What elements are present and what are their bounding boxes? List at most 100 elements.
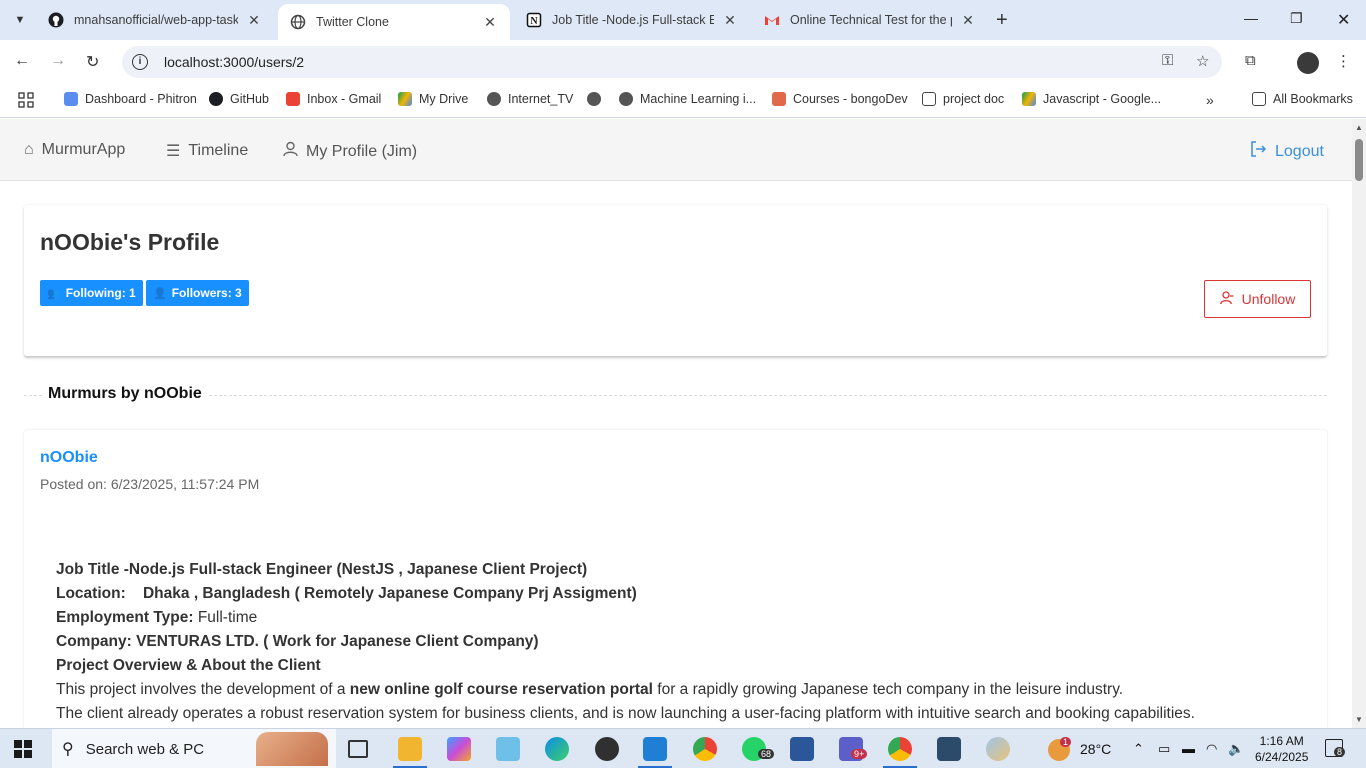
file-explorer-icon[interactable]: [398, 737, 422, 761]
nav-timeline-label: Timeline: [188, 142, 249, 159]
globe-icon: [619, 92, 633, 106]
browser-menu-icon[interactable]: ⋮: [1336, 52, 1351, 70]
vscode-icon[interactable]: [643, 737, 667, 761]
following-badge[interactable]: 👥 Following: 1: [40, 280, 143, 306]
windows-taskbar: ⚲ Search web & PC 68 9+ 1 28°C ⌃ ▭ ▬ ◠ 🔈…: [0, 728, 1366, 768]
section-title: Murmurs by nOObie: [42, 385, 208, 403]
taskbar-clock[interactable]: 1:16 AM 6/24/2025: [1255, 733, 1308, 765]
scroll-down-icon[interactable]: ▼: [1355, 715, 1363, 724]
bookmarks-bar: Dashboard - Phitron GitHub Inbox - Gmail…: [0, 84, 1366, 118]
bookmark-machine-learning[interactable]: Machine Learning i...: [619, 92, 756, 106]
all-bookmarks[interactable]: All Bookmarks: [1252, 92, 1353, 106]
profile-title: nOObie's Profile: [40, 229, 220, 255]
whatsapp-badge: 68: [758, 749, 775, 759]
more-bookmarks-chevron-icon[interactable]: »: [1206, 92, 1214, 108]
close-icon[interactable]: ✕: [960, 12, 976, 29]
ssms-icon[interactable]: [937, 737, 961, 761]
unfollow-label: Unfollow: [1241, 291, 1296, 307]
clock-date: 6/24/2025: [1255, 750, 1309, 764]
chrome-icon[interactable]: [693, 737, 717, 761]
close-icon[interactable]: ✕: [722, 12, 738, 29]
copilot-icon[interactable]: [447, 737, 471, 761]
paint-icon[interactable]: [986, 737, 1010, 761]
battery-icon[interactable]: ▬: [1182, 741, 1195, 756]
nav-logout[interactable]: Logout: [1250, 141, 1324, 162]
nav-brand[interactable]: ⌂ MurmurApp: [24, 141, 125, 159]
reload-icon[interactable]: ↻: [86, 52, 99, 72]
bookmark-github[interactable]: GitHub: [209, 92, 269, 106]
close-icon[interactable]: ✕: [246, 12, 262, 29]
notes-app-icon[interactable]: [496, 737, 520, 761]
phitron-icon: [64, 92, 78, 106]
address-bar[interactable]: i localhost:3000/users/2: [122, 46, 1222, 78]
task-view-icon[interactable]: [348, 740, 368, 758]
bookmark-globe[interactable]: [587, 92, 608, 106]
bookmark-project-doc[interactable]: project doc: [922, 92, 1004, 106]
bookmark-star-icon[interactable]: ☆: [1196, 52, 1209, 70]
edge-icon[interactable]: [545, 737, 569, 761]
new-tab-plus-icon[interactable]: +: [996, 10, 1008, 30]
post-text: This project involves the development of…: [56, 681, 350, 698]
post-line: Project Overview & About the Client: [56, 657, 321, 674]
nav-timeline[interactable]: ☰ Timeline: [166, 141, 248, 161]
nav-my-profile[interactable]: My Profile (Jim): [283, 141, 417, 162]
windows-start-icon[interactable]: [14, 740, 32, 758]
tab-job-title[interactable]: N Job Title -Node.js Full-stack Eng ✕: [514, 0, 750, 40]
tab-search-chevron-icon[interactable]: ▼: [8, 8, 32, 32]
restore-icon[interactable]: ❐: [1290, 10, 1303, 27]
chevron-up-icon[interactable]: ⌃: [1133, 741, 1144, 757]
apps-grid-icon[interactable]: [18, 92, 34, 108]
search-highlight-image: [256, 732, 328, 766]
user-add-icon: 👤: [153, 287, 167, 300]
bookmark-javascript-google[interactable]: Javascript - Google...: [1022, 92, 1161, 106]
wifi-icon[interactable]: ◠: [1206, 741, 1217, 757]
user-delete-icon: [1219, 290, 1234, 308]
globe-icon: [587, 92, 601, 106]
bookmark-inbox-gmail[interactable]: Inbox - Gmail: [286, 92, 381, 106]
extensions-puzzle-icon[interactable]: ⧉: [1245, 52, 1256, 69]
forward-arrow-icon[interactable]: →: [50, 52, 66, 70]
url-text[interactable]: localhost:3000/users/2: [164, 54, 304, 70]
volume-icon[interactable]: 🔈: [1228, 741, 1244, 757]
bookmark-label: Courses - bongoDev: [793, 92, 908, 106]
bookmark-my-drive[interactable]: My Drive: [398, 92, 468, 106]
browser-tabstrip: ▼ mnahsanofficial/web-app-task ✕ Twitter…: [0, 0, 1366, 40]
weather-temp[interactable]: 28°C: [1080, 741, 1111, 757]
tab-twitter-clone[interactable]: Twitter Clone ✕: [278, 4, 510, 40]
gmail-icon: [764, 12, 780, 28]
scrollbar-thumb[interactable]: [1355, 139, 1363, 181]
tab-technical-test[interactable]: Online Technical Test for the po ✕: [752, 0, 988, 40]
bookmark-label: Internet_TV: [508, 92, 574, 106]
site-info-icon[interactable]: i: [132, 54, 148, 70]
tab-title: Twitter Clone: [316, 15, 389, 29]
bookmark-courses-bongodev[interactable]: Courses - bongoDev: [772, 92, 908, 106]
chrome-profile-icon[interactable]: [888, 737, 912, 761]
back-arrow-icon[interactable]: ←: [14, 52, 30, 70]
post-text-bold: new online golf course reservation porta…: [349, 681, 653, 698]
post-text: for a rapidly growing Japanese tech comp…: [652, 681, 1124, 698]
nav-profile-label: My Profile (Jim): [306, 142, 418, 160]
gmail-icon: [286, 92, 300, 106]
bookmark-internet-tv[interactable]: Internet_TV: [487, 92, 573, 106]
unfollow-button[interactable]: Unfollow: [1204, 280, 1311, 318]
folder-icon: [922, 92, 936, 106]
bookmark-label: GitHub: [230, 92, 269, 106]
password-key-icon[interactable]: ⚿: [1162, 52, 1173, 69]
tab-github[interactable]: mnahsanofficial/web-app-task ✕: [36, 0, 274, 40]
tab-title: mnahsanofficial/web-app-task: [74, 13, 238, 27]
followers-badge[interactable]: 👤 Followers: 3: [146, 280, 249, 306]
scroll-up-icon[interactable]: ▲: [1355, 123, 1363, 132]
page-scrollbar[interactable]: ▲ ▼: [1352, 119, 1366, 728]
post-author[interactable]: nOObie: [40, 449, 98, 467]
close-icon[interactable]: ✕: [482, 14, 498, 31]
close-window-icon[interactable]: ✕: [1337, 10, 1350, 30]
taskbar-search[interactable]: ⚲ Search web & PC: [52, 729, 336, 768]
profile-avatar[interactable]: [1297, 52, 1319, 74]
bookmark-dashboard-phitron[interactable]: Dashboard - Phitron: [64, 92, 197, 106]
minimize-icon[interactable]: —: [1244, 10, 1258, 26]
meet-icon[interactable]: ▭: [1158, 741, 1170, 757]
word-icon[interactable]: [790, 737, 814, 761]
obs-icon[interactable]: [595, 737, 619, 761]
weather-badge: 1: [1060, 737, 1072, 747]
nav-brand-label: MurmurApp: [41, 141, 126, 158]
